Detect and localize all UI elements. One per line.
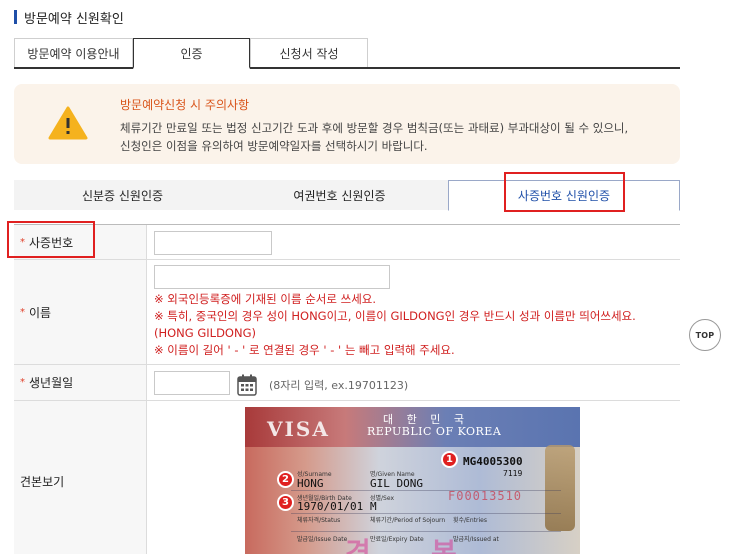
visa-rule bbox=[291, 531, 561, 532]
name-label: * 이름 bbox=[14, 260, 147, 364]
name-note-2: ※ 특히, 중국인의 경우 성이 HONG이고, 이름이 GILDONG인 경우… bbox=[154, 309, 636, 323]
visa-sex: M bbox=[370, 500, 377, 513]
visa-country: REPUBLIC OF KOREA bbox=[367, 425, 502, 438]
sample-visa-image: VISA 대 한 민 국 REPUBLIC OF KOREA 1 MG40053… bbox=[245, 407, 580, 554]
tab-guide[interactable]: 방문예약 이용안내 bbox=[14, 38, 133, 67]
visa-word: VISA bbox=[267, 417, 330, 441]
status-label: 체류자격/Status bbox=[297, 517, 341, 524]
notice-box: 방문예약신청 시 주의사항 체류기간 만료일 또는 법정 신고기간 도과 후에 … bbox=[14, 84, 680, 164]
notice-line-2: 신청인은 이점을 유의하여 방문예약일자를 선택하시기 바랍니다. bbox=[120, 139, 428, 153]
issue-date-label: 발급일/Issue Date bbox=[297, 536, 348, 543]
visa-birth-date: 1970/01/01 bbox=[297, 500, 364, 513]
notice-text: 체류기간 만료일 또는 법정 신고기간 도과 후에 방문할 경우 범칙금(또는 … bbox=[120, 119, 672, 155]
visa-rule bbox=[291, 513, 561, 514]
callout-badge-3: 3 bbox=[277, 494, 294, 511]
warning-icon bbox=[48, 106, 88, 140]
page-title-text: 방문예약 신원확인 bbox=[24, 11, 124, 27]
main-tabs: 방문예약 이용안내 인증 신청서 작성 bbox=[14, 38, 680, 69]
required-mark: * bbox=[20, 236, 25, 248]
visa-number-label: * 사증번호 bbox=[14, 225, 147, 259]
tab-auth[interactable]: 인증 bbox=[133, 38, 250, 69]
visa-number: MG4005300 bbox=[463, 455, 523, 468]
scroll-top-button[interactable]: TOP bbox=[689, 319, 721, 351]
page-title: 방문예약 신원확인 bbox=[14, 9, 124, 27]
visa-surname: HONG bbox=[297, 477, 324, 490]
callout-badge-2: 2 bbox=[277, 471, 294, 488]
sample-label-text: 견본보기 bbox=[20, 474, 65, 489]
visa-number-input[interactable] bbox=[154, 231, 272, 255]
visa-given-name: GIL DONG bbox=[370, 477, 423, 490]
entries-label: 횟수/Entries bbox=[453, 517, 487, 524]
visa-number-label-text: 사증번호 bbox=[29, 235, 74, 250]
birth-label: * 생년월일 bbox=[14, 365, 147, 400]
notice-line-1: 체류기간 만료일 또는 법정 신고기간 도과 후에 방문할 경우 범칙금(또는 … bbox=[120, 121, 629, 135]
name-label-text: 이름 bbox=[29, 305, 52, 320]
period-label: 체류기간/Period of Sojourn bbox=[370, 517, 446, 524]
row-birth: * 생년월일 (8자리 입력, ex.19701123) bbox=[14, 365, 680, 401]
name-note-1: ※ 외국인등록증에 기재된 이름 순서로 쓰세요. bbox=[154, 292, 377, 306]
visa-auth-form: * 사증번호 * 이름 ※ 외국인등록증에 기재된 이름 순서로 쓰세요. ※ … bbox=[14, 224, 680, 554]
subtab-passport[interactable]: 여권번호 신원인증 bbox=[231, 180, 448, 210]
visa-mrz: F00013510 bbox=[448, 489, 523, 503]
sample-stamp-mark: 견 bbox=[345, 536, 371, 554]
name-note-3: (HONG GILDONG) bbox=[154, 326, 256, 340]
visa-small-code: 7119 bbox=[503, 469, 523, 478]
sample-label: 견본보기 bbox=[14, 401, 147, 554]
sample-stamp-mark: 본 bbox=[431, 536, 457, 554]
notice-title: 방문예약신청 시 주의사항 bbox=[120, 98, 250, 112]
expiry-date-label: 만료일/Expiry Date bbox=[370, 536, 424, 543]
required-mark: * bbox=[20, 377, 25, 388]
name-input[interactable] bbox=[154, 265, 390, 289]
row-sample: 견본보기 VISA 대 한 민 국 REPUBLIC OF KOREA 1 MG… bbox=[14, 401, 680, 554]
visa-seal bbox=[545, 445, 575, 531]
subtab-visa-number[interactable]: 사증번호 신원인증 bbox=[448, 180, 680, 211]
issued-at-label: 발급지/Issued at bbox=[453, 536, 499, 543]
calendar-icon[interactable] bbox=[237, 374, 257, 396]
birth-label-text: 생년월일 bbox=[29, 376, 74, 390]
birth-hint: (8자리 입력, ex.19701123) bbox=[269, 379, 409, 392]
row-visa-number: * 사증번호 bbox=[14, 225, 680, 260]
tab-application[interactable]: 신청서 작성 bbox=[250, 38, 368, 67]
subtab-id-card[interactable]: 신분증 신원인증 bbox=[14, 180, 231, 210]
auth-method-tabs: 신분증 신원인증 여권번호 신원인증 사증번호 신원인증 bbox=[14, 180, 680, 211]
callout-badge-1: 1 bbox=[441, 451, 458, 468]
title-bar bbox=[14, 10, 17, 24]
birth-date-input[interactable] bbox=[154, 371, 230, 395]
name-note-4: ※ 이름이 길어 ' - ' 로 연결된 경우 ' - ' 는 빼고 입력해 주… bbox=[154, 343, 455, 357]
required-mark: * bbox=[20, 306, 25, 318]
row-name: * 이름 ※ 외국인등록증에 기재된 이름 순서로 쓰세요. ※ 특히, 중국인… bbox=[14, 260, 680, 365]
